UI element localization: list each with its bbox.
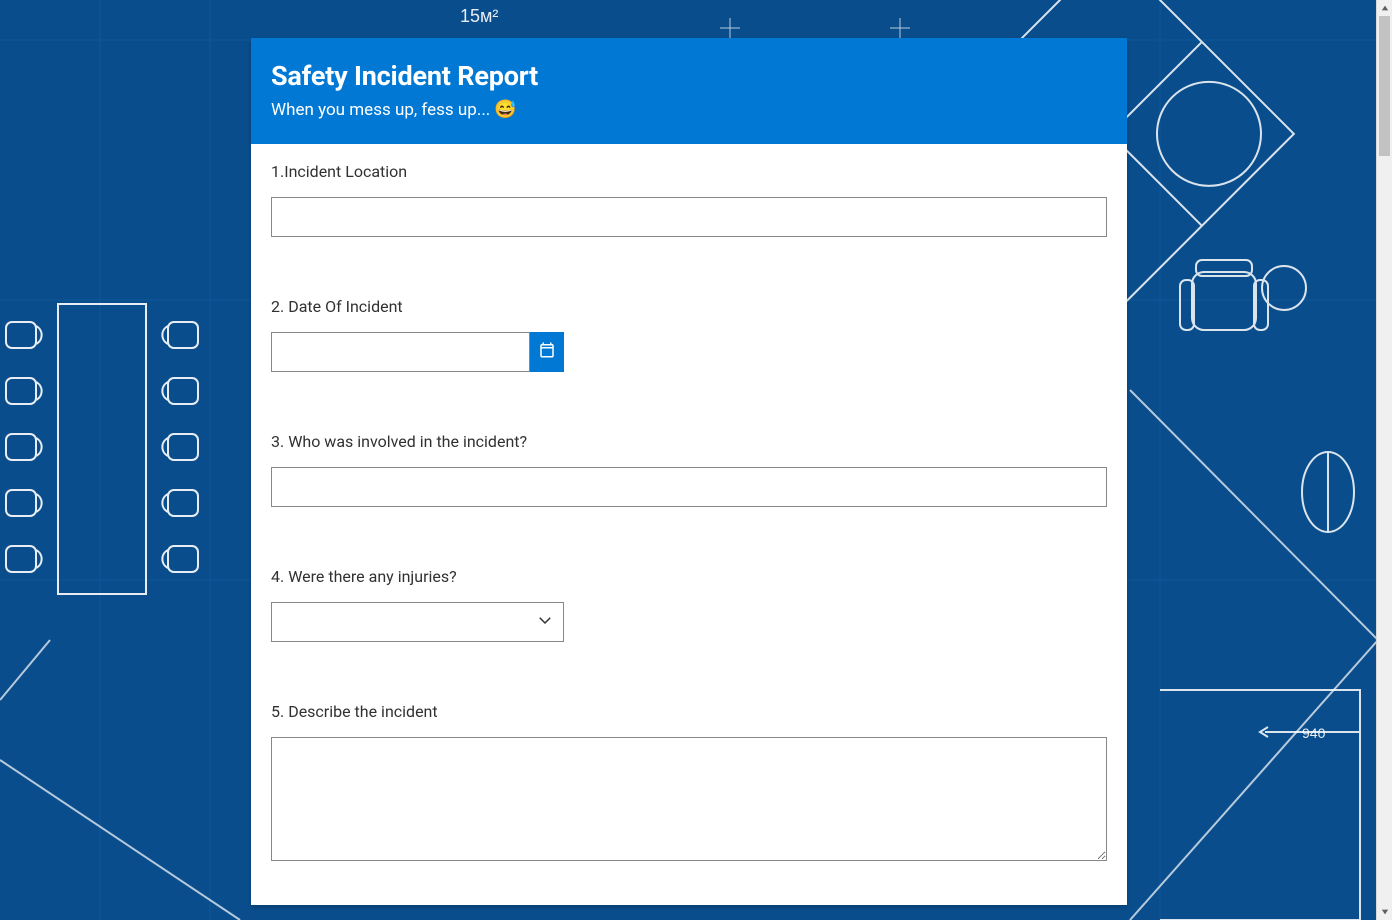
form-title: Safety Incident Report [271, 60, 1107, 92]
form-body: 1.Incident Location 2. Date Of Incident [251, 144, 1127, 905]
question-label: 1.Incident Location [271, 162, 1107, 181]
question-date-of-incident: 2. Date Of Incident [271, 297, 1107, 372]
date-of-incident-input[interactable] [271, 332, 530, 372]
date-field-wrap [271, 332, 564, 372]
bg-area-text: 15м² [460, 6, 498, 26]
who-involved-input[interactable] [271, 467, 1107, 507]
scroll-thumb[interactable] [1379, 16, 1390, 156]
date-picker-button[interactable] [530, 332, 564, 372]
question-incident-location: 1.Incident Location [271, 162, 1107, 237]
question-any-injuries: 4. Were there any injuries? [271, 567, 1107, 642]
question-text: Who was involved in the incident? [288, 432, 527, 451]
calendar-icon [538, 341, 556, 363]
describe-incident-textarea[interactable] [271, 737, 1107, 861]
form-subtitle-text: When you mess up, fess up... [271, 100, 490, 120]
question-text: Were there any injuries? [288, 567, 457, 586]
injuries-select-wrap [271, 602, 564, 642]
page-viewport: 15м² 940 Safety Incident Report When you… [0, 0, 1378, 920]
incident-location-input[interactable] [271, 197, 1107, 237]
question-text: Describe the incident [288, 702, 437, 721]
question-label: 2. Date Of Incident [271, 297, 1107, 316]
form-card: Safety Incident Report When you mess up,… [251, 38, 1127, 905]
sweat-smile-emoji-icon: 😅 [494, 101, 516, 119]
question-text: Incident Location [284, 162, 407, 181]
question-number: 2. [271, 297, 284, 316]
window-scrollbar[interactable] [1376, 0, 1392, 920]
form-header: Safety Incident Report When you mess up,… [251, 38, 1127, 144]
question-label: 5. Describe the incident [271, 702, 1107, 721]
bg-dimension-text: 940 [1302, 725, 1326, 741]
injuries-select[interactable] [271, 602, 564, 642]
scroll-down-button[interactable] [1377, 904, 1392, 920]
question-number: 5. [271, 702, 284, 721]
question-number: 3. [271, 432, 284, 451]
question-label: 4. Were there any injuries? [271, 567, 1107, 586]
form-subtitle: When you mess up, fess up... 😅 [271, 100, 1107, 120]
question-who-involved: 3. Who was involved in the incident? [271, 432, 1107, 507]
scroll-rail[interactable] [1377, 16, 1392, 904]
question-number: 4. [271, 567, 284, 586]
question-describe-incident: 5. Describe the incident [271, 702, 1107, 865]
scroll-up-button[interactable] [1377, 0, 1392, 16]
question-number: 1. [271, 162, 284, 181]
question-label: 3. Who was involved in the incident? [271, 432, 1107, 451]
question-text: Date Of Incident [288, 297, 402, 316]
